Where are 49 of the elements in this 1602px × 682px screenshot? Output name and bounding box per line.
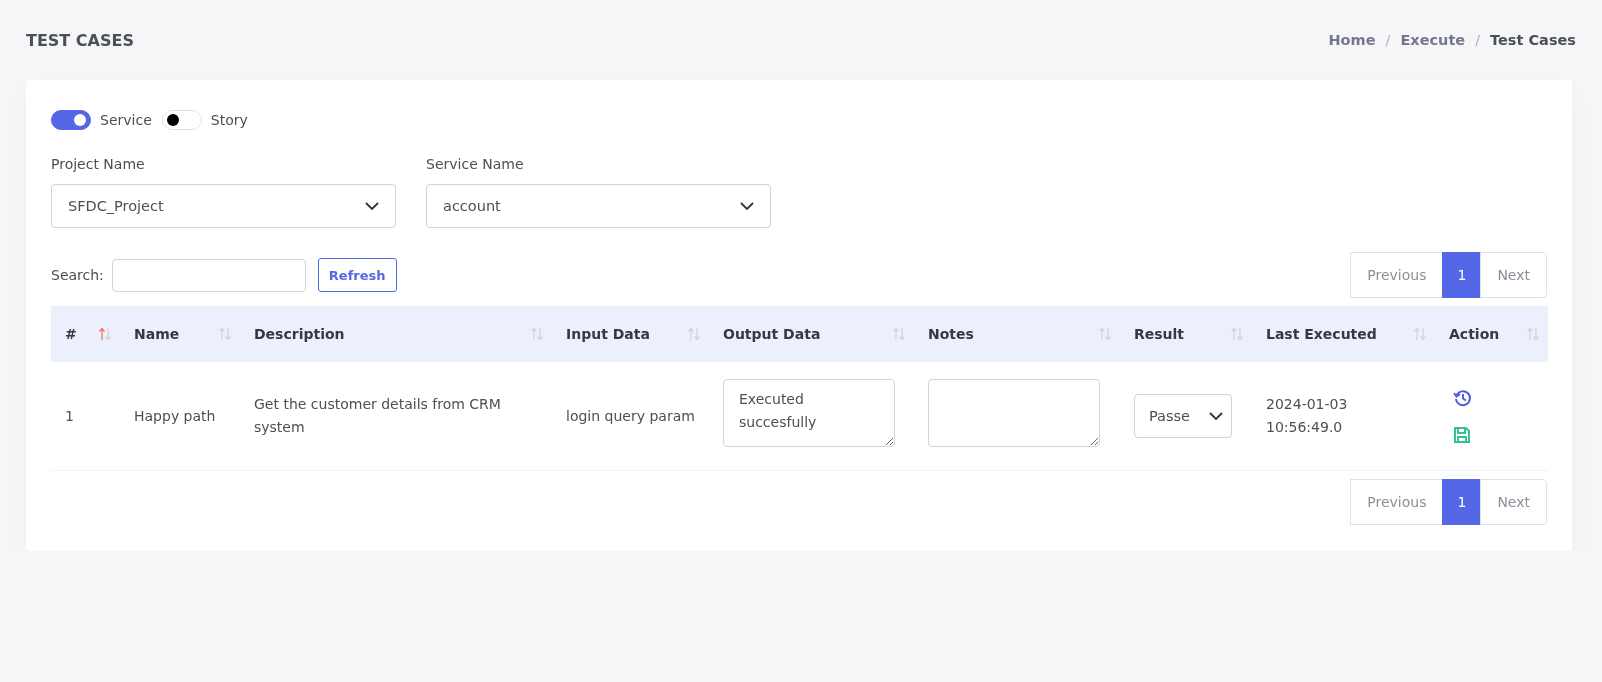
sort-icon[interactable] <box>530 327 544 341</box>
page-title: TEST CASES <box>26 30 134 50</box>
column-header: Description <box>254 326 345 342</box>
field-label: Project Name <box>51 156 146 172</box>
page-button[interactable]: 1 <box>1442 479 1482 525</box>
column-header: # <box>65 326 77 342</box>
field-label: Service Name <box>426 156 525 172</box>
sort-icon[interactable] <box>687 327 701 341</box>
sort-icon[interactable] <box>1526 327 1540 341</box>
history-icon[interactable] <box>1453 388 1473 408</box>
toggle-label: Story <box>210 112 248 128</box>
table-cell: 1 <box>65 407 74 424</box>
breadcrumb-link[interactable]: Home <box>1328 32 1376 48</box>
table-cell: Happy path <box>134 407 216 424</box>
column-header: Notes <box>928 326 974 342</box>
sort-icon[interactable] <box>892 327 906 341</box>
dropdown-select[interactable]: SFDC_Project <box>51 184 396 228</box>
column-header: Result <box>1134 326 1185 342</box>
output-data-field[interactable]: Executed succesfully <box>723 378 895 447</box>
search-field[interactable] <box>111 258 306 292</box>
refresh-button[interactable]: Refresh <box>317 258 397 292</box>
table-cell: login query param <box>566 407 695 424</box>
page-button[interactable]: 1 <box>1442 252 1482 298</box>
column-header: Name <box>134 326 180 342</box>
breadcrumb-separator: / <box>1475 32 1481 48</box>
chevron-down-icon <box>1209 411 1223 421</box>
toggle-switch[interactable] <box>51 110 91 130</box>
save-icon[interactable] <box>1453 426 1471 444</box>
chevron-down-icon <box>365 201 379 211</box>
column-header: Action <box>1449 326 1500 342</box>
column-header: Last Executed <box>1266 326 1377 342</box>
column-header: Output Data <box>723 326 821 342</box>
sort-icon[interactable] <box>1098 327 1112 341</box>
dropdown-select[interactable]: account <box>426 184 771 228</box>
breadcrumb-link[interactable]: Execute <box>1400 32 1466 48</box>
search-label: Search: <box>51 267 104 283</box>
sort-icon[interactable] <box>218 327 232 341</box>
table-cell: 2024-01-03 10:56:49.0 <box>1266 396 1348 435</box>
table-cell: Get the customer details from CRM system <box>254 396 501 435</box>
sort-icon[interactable] <box>1230 327 1244 341</box>
column-header: Input Data <box>566 326 650 342</box>
sort-icon[interactable] <box>1413 327 1427 341</box>
notes-field[interactable] <box>928 378 1100 447</box>
chevron-down-icon <box>740 201 754 211</box>
toggle-label: Service <box>100 112 152 128</box>
breadcrumb-current: Test Cases <box>1490 32 1576 48</box>
result-select[interactable]: Passe <box>1134 394 1232 438</box>
sort-icon[interactable] <box>98 327 112 341</box>
breadcrumb-separator: / <box>1385 32 1391 48</box>
